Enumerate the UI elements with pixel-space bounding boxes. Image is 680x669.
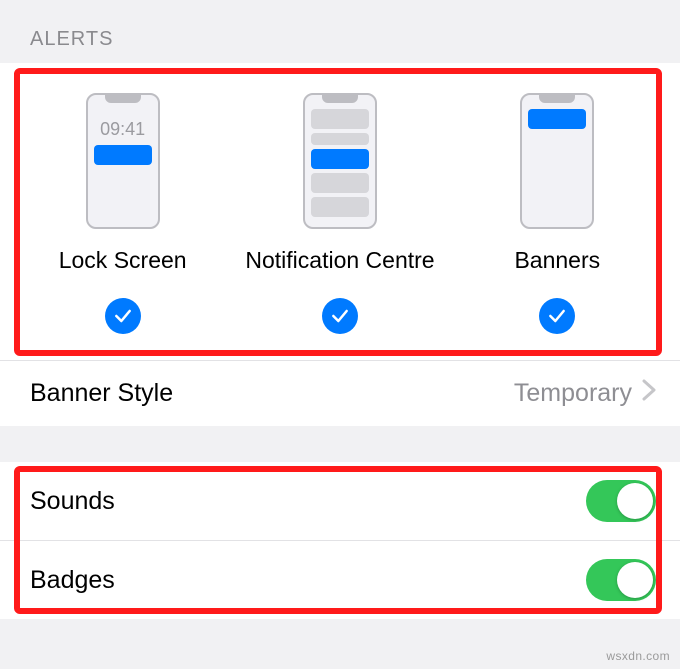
banner-style-label: Banner Style	[30, 379, 173, 408]
lock-screen-time: 09:41	[88, 119, 158, 140]
checkmark-icon[interactable]	[539, 298, 575, 334]
alert-label-lock-screen: Lock Screen	[59, 247, 187, 274]
alert-style-group: 09:41 Lock Screen Notification Centre	[0, 63, 680, 360]
alert-label-banners: Banners	[514, 247, 600, 274]
checkmark-icon[interactable]	[322, 298, 358, 334]
alert-option-notification-centre[interactable]: Notification Centre	[232, 93, 447, 334]
banner-style-value: Temporary	[514, 379, 656, 408]
lock-screen-icon: 09:41	[86, 93, 160, 229]
badges-toggle[interactable]	[586, 559, 656, 601]
alerts-panel: 09:41 Lock Screen Notification Centre	[0, 63, 680, 426]
sounds-label: Sounds	[30, 487, 115, 516]
alert-option-banners[interactable]: Banners	[450, 93, 665, 334]
banner-style-row[interactable]: Banner Style Temporary	[0, 360, 680, 426]
sounds-toggle[interactable]	[586, 480, 656, 522]
banners-icon	[520, 93, 594, 229]
badges-label: Badges	[30, 566, 115, 595]
toggles-panel: Sounds Badges	[0, 462, 680, 619]
chevron-right-icon	[642, 379, 656, 408]
alert-label-notification-centre: Notification Centre	[245, 247, 434, 274]
notification-centre-icon	[303, 93, 377, 229]
alerts-section-header: ALERTS	[0, 0, 680, 63]
watermark: wsxdn.com	[606, 649, 670, 663]
badges-row: Badges	[0, 540, 680, 619]
checkmark-icon[interactable]	[105, 298, 141, 334]
sounds-row: Sounds	[0, 462, 680, 540]
alert-option-lock-screen[interactable]: 09:41 Lock Screen	[15, 93, 230, 334]
